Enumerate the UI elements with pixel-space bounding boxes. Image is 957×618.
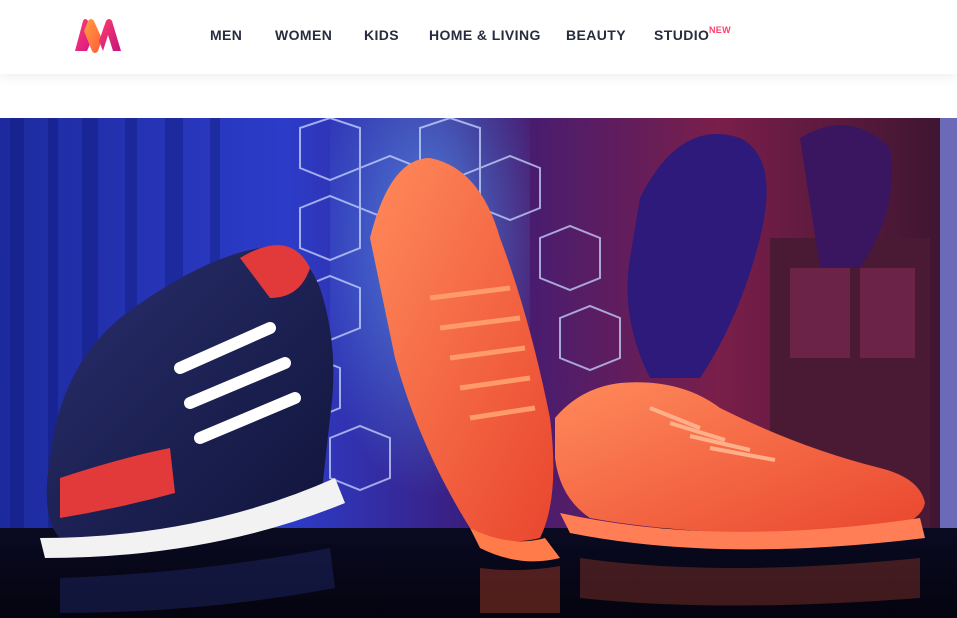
nav-kids[interactable]: KIDS (364, 27, 399, 43)
nav-beauty[interactable]: BEAUTY (566, 27, 626, 43)
site-header: MEN WOMEN KIDS HOME & LIVING BEAUTY STUD… (0, 0, 957, 74)
main-nav: MEN WOMEN KIDS HOME & LIVING BEAUTY STUD… (0, 0, 957, 74)
nav-women[interactable]: WOMEN (275, 27, 332, 43)
new-badge: NEW (709, 25, 731, 35)
nav-studio[interactable]: STUDIO (654, 27, 709, 43)
nav-home-living[interactable]: HOME & LIVING (429, 27, 541, 43)
sneakers-product-photo (0, 118, 957, 618)
hero-banner[interactable] (0, 118, 957, 618)
nav-men[interactable]: MEN (210, 27, 242, 43)
